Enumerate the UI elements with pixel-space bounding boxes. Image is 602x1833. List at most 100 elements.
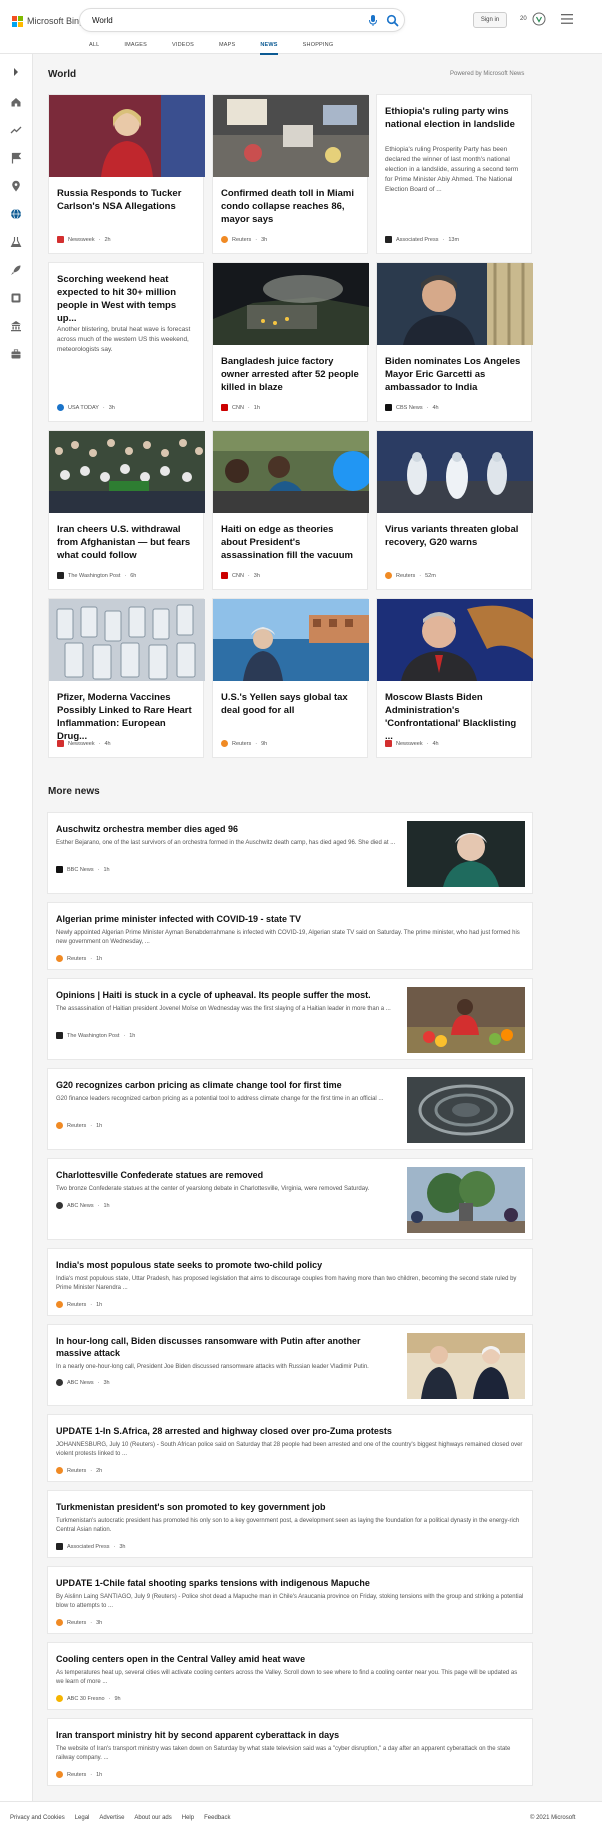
list-item-source: Reuters · 1h bbox=[56, 955, 102, 962]
card-source: Reuters · 9h bbox=[221, 740, 267, 747]
news-card[interactable]: Bangladesh juice factory owner arrested … bbox=[212, 262, 369, 422]
bbc-news-logo-icon bbox=[56, 866, 63, 873]
list-item-headline[interactable]: Turkmenistan president's son promoted to… bbox=[56, 1501, 526, 1513]
card-headline[interactable]: Scorching weekend heat expected to hit 3… bbox=[57, 273, 197, 325]
list-item-snippet: As temperatures heat up, several cities … bbox=[56, 1670, 518, 1685]
list-item-source: Reuters · 1h bbox=[56, 1122, 102, 1129]
news-card[interactable]: Confirmed death toll in Miami condo coll… bbox=[212, 94, 369, 254]
news-card[interactable]: Biden nominates Los Angeles Mayor Eric G… bbox=[376, 262, 533, 422]
hamburger-menu-icon[interactable] bbox=[561, 14, 573, 24]
science-icon[interactable] bbox=[10, 236, 22, 248]
list-item[interactable]: India's most populous state seeks to pro… bbox=[47, 1248, 533, 1316]
tab-news[interactable]: NEWS bbox=[260, 42, 278, 55]
search-box[interactable] bbox=[79, 8, 405, 32]
list-item-snippet: JOHANNESBURG, July 10 (Reuters) - South … bbox=[56, 1442, 523, 1457]
business-icon[interactable] bbox=[10, 348, 22, 360]
footer-link-legal[interactable]: Legal bbox=[75, 1815, 90, 1821]
news-card[interactable]: U.S.'s Yellen says global tax deal good … bbox=[212, 598, 369, 758]
news-card[interactable]: Russia Responds to Tucker Carlson's NSA … bbox=[48, 94, 205, 254]
footer-link-advertise[interactable]: Advertise bbox=[99, 1815, 124, 1821]
card-headline[interactable]: Haiti on edge as theories about Presiden… bbox=[221, 523, 361, 562]
news-card[interactable]: Moscow Blasts Biden Administration's 'Co… bbox=[376, 598, 533, 758]
footer-link-help[interactable]: Help bbox=[182, 1815, 194, 1821]
location-icon[interactable] bbox=[10, 180, 22, 192]
list-item[interactable]: UPDATE 1-In S.Africa, 28 arrested and hi… bbox=[47, 1414, 533, 1482]
tab-videos[interactable]: VIDEOS bbox=[172, 42, 194, 54]
list-item[interactable]: Cooling centers open in the Central Vall… bbox=[47, 1642, 533, 1710]
card-headline[interactable]: U.S.'s Yellen says global tax deal good … bbox=[221, 691, 361, 717]
washington-post-logo-icon bbox=[56, 1032, 63, 1039]
list-item-snippet: Newly appointed Algerian Prime Minister … bbox=[56, 930, 520, 945]
footer-link-privacy[interactable]: Privacy and Cookies bbox=[10, 1815, 65, 1821]
footer-link-feedback[interactable]: Feedback bbox=[204, 1815, 230, 1821]
tab-images[interactable]: IMAGES bbox=[124, 42, 147, 54]
card-headline[interactable]: Virus variants threaten global recovery,… bbox=[385, 523, 525, 549]
list-item-headline[interactable]: UPDATE 1-Chile fatal shooting sparks ten… bbox=[56, 1577, 526, 1589]
flag-icon[interactable] bbox=[10, 152, 22, 164]
tab-all[interactable]: ALL bbox=[89, 42, 99, 54]
card-headline[interactable]: Pfizer, Moderna Vaccines Possibly Linked… bbox=[57, 691, 197, 743]
news-card[interactable]: Haiti on edge as theories about Presiden… bbox=[212, 430, 369, 590]
list-item-snippet: By Aislinn Laing SANTIAGO, July 9 (Reute… bbox=[56, 1594, 524, 1609]
cbs-news-logo-icon bbox=[385, 404, 392, 411]
card-headline[interactable]: Confirmed death toll in Miami condo coll… bbox=[221, 187, 361, 226]
tab-maps[interactable]: MAPS bbox=[219, 42, 235, 54]
usa-today-logo-icon bbox=[57, 404, 64, 411]
card-headline[interactable]: Iran cheers U.S. withdrawal from Afghani… bbox=[57, 523, 197, 562]
list-item-headline[interactable]: Cooling centers open in the Central Vall… bbox=[56, 1653, 526, 1665]
news-thumbnail bbox=[407, 1167, 525, 1233]
list-item[interactable]: Turkmenistan president's son promoted to… bbox=[47, 1490, 533, 1558]
tab-shopping[interactable]: SHOPPING bbox=[303, 42, 334, 54]
list-item-source: Reuters · 2h bbox=[56, 1467, 102, 1474]
politics-icon[interactable] bbox=[10, 320, 22, 332]
card-headline[interactable]: Moscow Blasts Biden Administration's 'Co… bbox=[385, 691, 525, 743]
list-item-headline[interactable]: UPDATE 1-In S.Africa, 28 arrested and hi… bbox=[56, 1425, 526, 1437]
search-icon[interactable] bbox=[386, 14, 399, 27]
list-item-source: Reuters · 3h bbox=[56, 1619, 102, 1626]
list-item[interactable]: Charlottesville Confederate statues are … bbox=[47, 1158, 533, 1240]
list-item[interactable]: G20 recognizes carbon pricing as climate… bbox=[47, 1068, 533, 1150]
news-card[interactable]: Scorching weekend heat expected to hit 3… bbox=[48, 262, 204, 422]
reuters-logo-icon bbox=[221, 740, 228, 747]
news-card[interactable]: Iran cheers U.S. withdrawal from Afghani… bbox=[48, 430, 205, 590]
list-item-headline[interactable]: G20 recognizes carbon pricing as climate… bbox=[56, 1079, 396, 1091]
list-item[interactable]: In hour-long call, Biden discusses ranso… bbox=[47, 1324, 533, 1406]
rocket-icon[interactable] bbox=[10, 264, 22, 276]
news-thumbnail bbox=[407, 1333, 525, 1399]
bing-logo[interactable]: Microsoft Bing bbox=[12, 15, 84, 27]
card-headline[interactable]: Bangladesh juice factory owner arrested … bbox=[221, 355, 361, 394]
list-item-headline[interactable]: India's most populous state seeks to pro… bbox=[56, 1259, 526, 1271]
news-thumbnail bbox=[407, 1077, 525, 1143]
card-headline[interactable]: Ethiopia's ruling party wins national el… bbox=[385, 105, 525, 131]
list-item[interactable]: Algerian prime minister infected with CO… bbox=[47, 902, 533, 970]
footer-link-about-ads[interactable]: About our ads bbox=[134, 1815, 171, 1821]
news-card[interactable]: Ethiopia's ruling party wins national el… bbox=[376, 94, 532, 254]
rewards-count[interactable]: 20 bbox=[520, 16, 527, 22]
list-item[interactable]: Auschwitz orchestra member dies aged 96 … bbox=[47, 812, 533, 894]
news-card[interactable]: Pfizer, Moderna Vaccines Possibly Linked… bbox=[48, 598, 205, 758]
sign-in-button[interactable]: Sign in bbox=[473, 12, 507, 28]
card-headline[interactable]: Biden nominates Los Angeles Mayor Eric G… bbox=[385, 355, 525, 394]
list-item[interactable]: Iran transport ministry hit by second ap… bbox=[47, 1718, 533, 1786]
search-input[interactable] bbox=[92, 13, 322, 28]
card-source: Reuters · 52m bbox=[385, 572, 436, 579]
entertainment-icon[interactable] bbox=[10, 292, 22, 304]
list-item-headline[interactable]: Algerian prime minister infected with CO… bbox=[56, 913, 526, 925]
powered-by-label[interactable]: Powered by Microsoft News bbox=[450, 71, 524, 77]
expand-icon[interactable] bbox=[10, 66, 22, 78]
trending-icon[interactable] bbox=[10, 124, 22, 136]
card-headline[interactable]: Russia Responds to Tucker Carlson's NSA … bbox=[57, 187, 197, 213]
list-item[interactable]: Opinions | Haiti is stuck in a cycle of … bbox=[47, 978, 533, 1060]
microphone-icon[interactable] bbox=[367, 14, 379, 27]
globe-icon[interactable] bbox=[10, 208, 22, 220]
list-item-headline[interactable]: Auschwitz orchestra member dies aged 96 bbox=[56, 823, 396, 835]
list-item-headline[interactable]: Opinions | Haiti is stuck in a cycle of … bbox=[56, 989, 396, 1001]
news-image bbox=[213, 599, 369, 681]
rewards-icon[interactable] bbox=[532, 12, 546, 26]
list-item-headline[interactable]: Charlottesville Confederate statues are … bbox=[56, 1169, 396, 1181]
list-item-headline[interactable]: Iran transport ministry hit by second ap… bbox=[56, 1729, 526, 1741]
news-card[interactable]: Virus variants threaten global recovery,… bbox=[376, 430, 533, 590]
home-icon[interactable] bbox=[10, 96, 22, 108]
list-item-headline[interactable]: In hour-long call, Biden discusses ranso… bbox=[56, 1335, 396, 1359]
list-item[interactable]: UPDATE 1-Chile fatal shooting sparks ten… bbox=[47, 1566, 533, 1634]
